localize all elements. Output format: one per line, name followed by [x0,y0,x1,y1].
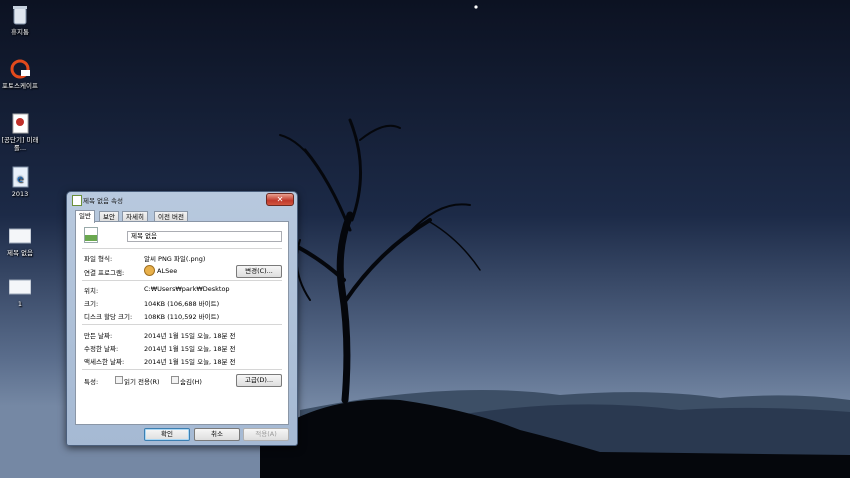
dialog-titlebar[interactable]: 제목 없음 속성 ✕ [67,192,297,207]
separator [82,324,282,325]
image-thumbnail-icon [8,225,32,247]
close-icon: ✕ [276,195,284,204]
size-label: 크기: [84,300,99,308]
created-value: 2014년 1월 15일 오늘, 18분 전 [144,332,236,340]
accessed-value: 2014년 1월 15일 오늘, 18분 전 [144,358,236,366]
desktop-icon-image-untitled[interactable]: 제목 없음 [0,225,40,257]
created-label: 만든 날짜: [84,332,113,340]
cancel-button[interactable]: 취소 [194,428,240,441]
desktop-icon-photoscape[interactable]: 포토스케이프 [0,58,40,90]
photoscape-icon [9,58,31,80]
desktop-icon-label: 휴지통 [11,28,29,36]
advanced-button[interactable]: 고급(D)... [236,374,282,387]
location-label: 위치: [84,287,99,295]
opens-with-value: ALSee [157,267,178,275]
dialog-title: 제목 없음 속성 [83,197,124,205]
desktop-icon-label: 포토스케이프 [2,82,38,90]
modified-label: 수정한 날짜: [84,345,119,353]
modified-value: 2014년 1월 15일 오늘, 18분 전 [144,345,236,353]
opens-with-label: 연결 프로그램: [84,269,125,277]
separator [82,248,282,249]
separator [82,280,282,281]
separator [82,369,282,370]
desktop-icon-label: 제목 없음 [7,249,33,257]
web-shortcut-icon [9,112,31,134]
svg-text:e: e [17,174,23,185]
apply-button[interactable]: 적용(A) [243,428,289,441]
desktop-icon-label: 1 [17,300,23,308]
desktop-icon-label: 2013 [11,190,29,198]
png-file-icon [84,227,98,243]
readonly-checkbox[interactable] [115,376,123,384]
desktop-icon-image-1[interactable]: 1 [0,276,40,308]
file-type-value: 알씨 PNG 파일(.png) [144,255,206,263]
file-icon [72,195,82,206]
ie-shortcut-icon: e [9,166,31,188]
ok-button[interactable]: 확인 [144,428,190,441]
tab-general[interactable]: 일반 [75,210,95,223]
size-value: 104KB (106,688 바이트) [144,300,220,308]
desktop-icon-file-2013[interactable]: e 2013 [0,166,40,198]
attributes-label: 특성: [84,378,99,386]
image-thumbnail-icon [8,276,32,298]
desktop-icon-shortcut-mirae[interactable]: [공단기] 미래롤... [0,112,40,152]
hidden-label[interactable]: 숨김(H) [180,376,202,386]
hidden-checkbox[interactable] [171,376,179,384]
alsee-icon [144,265,155,276]
recycle-bin-icon [9,4,31,26]
accessed-label: 액세스한 날짜: [84,358,125,366]
close-button[interactable]: ✕ [266,193,294,206]
size-on-disk-value: 108KB (110,592 바이트) [144,313,220,321]
file-type-label: 파일 형식: [84,255,113,263]
desktop-icon-recycle-bin[interactable]: 휴지통 [0,4,40,36]
file-name-input[interactable]: 제목 없음 [127,231,282,242]
location-value: C:₩Users₩park₩Desktop [144,285,230,293]
readonly-label[interactable]: 읽기 전용(R) [124,376,160,386]
properties-dialog: 제목 없음 속성 ✕ 일반 보안 자세히 이전 버전 제목 없음 파일 형식: … [66,191,298,446]
change-button[interactable]: 변경(C)... [236,265,282,278]
desktop-icon-label: [공단기] 미래롤... [1,136,39,152]
size-on-disk-label: 디스크 할당 크기: [84,313,133,321]
general-panel: 제목 없음 파일 형식: 알씨 PNG 파일(.png) 연결 프로그램: AL… [75,221,289,425]
